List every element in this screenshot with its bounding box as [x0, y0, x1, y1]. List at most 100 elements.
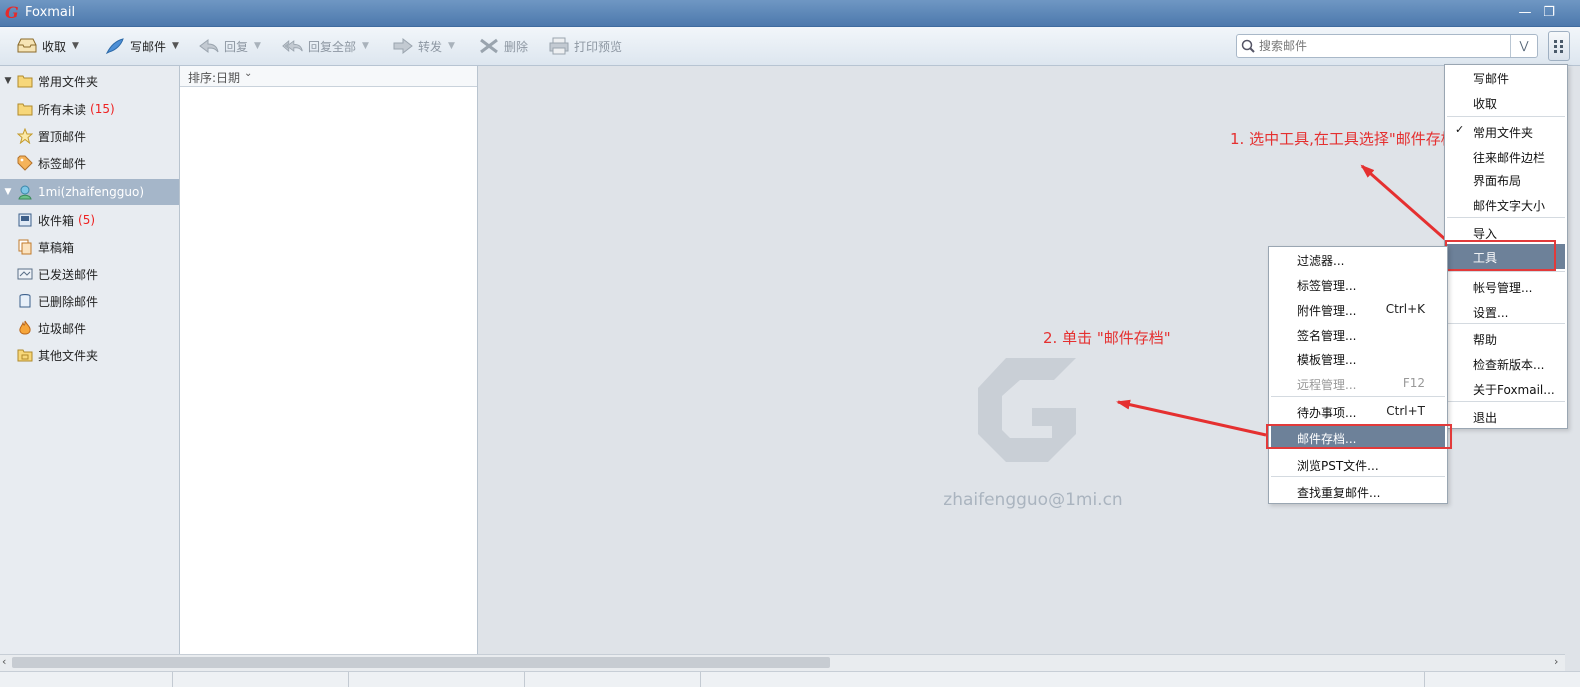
menu-separator — [1447, 271, 1565, 272]
foxmail-logo: G — [5, 3, 19, 22]
menu-item-signature-manager[interactable]: 签名管理... — [1269, 322, 1447, 346]
minimize-icon[interactable]: — — [1516, 5, 1534, 21]
menu-separator — [1447, 217, 1565, 218]
sidebar-item-other-folders[interactable]: 其他文件夹 — [0, 342, 179, 368]
scroll-right-icon[interactable]: › — [1554, 655, 1558, 668]
folder-icon — [16, 101, 34, 117]
feather-pen-icon — [104, 37, 126, 55]
menu-item-favorites[interactable]: ✓ 常用文件夹 — [1445, 119, 1567, 143]
chevron-down-icon[interactable]: ▼ — [448, 41, 455, 51]
sidebar-item-deleted[interactable]: 已删除邮件 — [0, 288, 179, 314]
sort-bar[interactable]: 排序:日期 ⌄ — [180, 66, 477, 87]
menu-item-settings[interactable]: 设置... — [1445, 299, 1567, 323]
trash-can-icon — [16, 293, 34, 309]
sidebar-item-pinned[interactable]: 置顶邮件 — [0, 123, 179, 149]
sidebar-item-label: 草稿箱 — [38, 240, 75, 255]
highlight-box-tools — [1445, 240, 1556, 271]
menu-item-about[interactable]: 关于Foxmail... — [1445, 376, 1567, 400]
menu-item-tag-manager[interactable]: 标签管理... — [1269, 272, 1447, 296]
scroll-left-icon[interactable]: ‹ — [2, 655, 6, 668]
sidebar-item-label: 已删除邮件 — [38, 294, 99, 309]
menu-item-layout[interactable]: 界面布局 — [1445, 167, 1567, 191]
menu-item-compose[interactable]: 写邮件 — [1445, 65, 1567, 89]
menu-item-check-update[interactable]: 检查新版本... — [1445, 351, 1567, 375]
forward-button[interactable]: 转发 ▼ — [392, 36, 455, 56]
horizontal-scrollbar[interactable]: ‹ › — [0, 654, 1565, 671]
forward-arrow-icon — [392, 37, 414, 55]
sidebar-item-drafts[interactable]: 草稿箱 — [0, 234, 179, 260]
forward-label: 转发 — [418, 39, 443, 54]
folder-icon — [16, 73, 34, 89]
chevron-down-icon[interactable]: ⌄ — [244, 68, 252, 79]
reply-button[interactable]: 回复 ▼ — [198, 36, 261, 56]
reply-label: 回复 — [224, 39, 249, 54]
print-preview-button[interactable]: 打印预览 — [548, 36, 622, 56]
favorites-group[interactable]: ▼ 常用文件夹 — [0, 68, 179, 94]
status-bar — [0, 671, 1580, 687]
menu-item-help[interactable]: 帮助 — [1445, 326, 1567, 350]
message-list: 排序:日期 ⌄ — [180, 66, 478, 654]
annotation-step-1: 1. 选中工具,在工具选择"邮件存档" — [1230, 130, 1463, 148]
sidebar-item-sent[interactable]: 已发送邮件 — [0, 261, 179, 287]
reply-all-button[interactable]: 回复全部 ▼ — [282, 36, 369, 56]
unread-count: (15) — [90, 102, 115, 116]
account-email-watermark: zhaifengguo@1mi.cn — [943, 490, 1123, 510]
sidebar-item-label: 其他文件夹 — [38, 348, 99, 363]
scrollbar-thumb[interactable] — [12, 657, 830, 668]
arrow-to-tools — [1360, 164, 1447, 242]
chevron-down-icon[interactable]: ▼ — [254, 41, 261, 51]
menu-item-find-duplicates[interactable]: 查找重复邮件... — [1269, 479, 1447, 503]
receive-label: 收取 — [42, 39, 67, 54]
menu-item-receive[interactable]: 收取 — [1445, 90, 1567, 114]
sidebar-item-label: 已发送邮件 — [38, 267, 99, 282]
reply-all-label: 回复全部 — [308, 39, 357, 54]
menu-item-accounts[interactable]: 帐号管理... — [1445, 274, 1567, 298]
reply-arrow-icon — [198, 37, 220, 55]
compose-button[interactable]: 写邮件 ▼ — [104, 36, 179, 56]
inbox-tray-icon — [16, 37, 38, 55]
account-avatar-icon — [16, 184, 34, 200]
title-bar: G Foxmail — ❐ — [0, 0, 1580, 27]
folders-icon — [16, 347, 34, 363]
menu-item-exit[interactable]: 退出 — [1445, 404, 1567, 428]
chevron-down-icon[interactable]: ▼ — [72, 41, 79, 51]
sidebar-item-label: 所有未读 — [38, 102, 87, 117]
foxmail-watermark-logo — [978, 358, 1076, 462]
chevron-down-icon[interactable]: ▼ — [362, 41, 369, 51]
delete-button[interactable]: 删除 — [478, 36, 528, 56]
sidebar-item-inbox[interactable]: 收件箱 (5) — [0, 207, 179, 233]
search-input[interactable] — [1257, 37, 1511, 55]
unread-count: (5) — [78, 213, 96, 227]
double-chevron-down-icon[interactable]: ⋁ — [1510, 35, 1537, 57]
window-title: Foxmail — [25, 5, 76, 20]
menu-item-contact-sidebar[interactable]: 往来邮件边栏 — [1445, 144, 1567, 168]
highlight-box-archive — [1266, 424, 1452, 449]
sidebar-item-label: 收件箱 — [38, 213, 75, 228]
compose-label: 写邮件 — [130, 39, 167, 54]
account-group[interactable]: ▼ 1mi(zhaifengguo) — [0, 179, 179, 205]
menu-separator — [1447, 323, 1565, 324]
receive-button[interactable]: 收取 ▼ — [16, 36, 79, 56]
chevron-down-icon[interactable]: ▼ — [172, 41, 179, 51]
search-box: ⋁ — [1236, 34, 1538, 58]
menu-item-font-size[interactable]: 邮件文字大小 — [1445, 192, 1567, 216]
expand-triangle-icon[interactable]: ▼ — [0, 76, 16, 86]
expand-triangle-icon[interactable]: ▼ — [0, 187, 16, 197]
menu-separator — [1447, 116, 1565, 117]
sidebar-item-tagged[interactable]: 标签邮件 — [0, 150, 179, 176]
grid-menu-icon — [1554, 40, 1563, 53]
sidebar-item-junk[interactable]: 垃圾邮件 — [0, 315, 179, 341]
menu-item-browse-pst[interactable]: 浏览PST文件... — [1269, 452, 1447, 476]
sidebar-item-label: 置顶邮件 — [38, 129, 87, 144]
tag-icon — [16, 155, 34, 171]
sidebar-item-all-unread[interactable]: 所有未读 (15) — [0, 96, 179, 122]
restore-icon[interactable]: ❐ — [1540, 5, 1558, 21]
menu-item-template-manager[interactable]: 模板管理... — [1269, 346, 1447, 370]
menu-item-todo[interactable]: 待办事项... Ctrl+T — [1269, 399, 1447, 423]
menu-item-attachment-manager[interactable]: 附件管理... Ctrl+K — [1269, 297, 1447, 321]
main-menu-button[interactable] — [1548, 31, 1570, 61]
account-label: 1mi(zhaifengguo) — [38, 185, 145, 199]
delete-label: 删除 — [504, 39, 529, 54]
menu-item-filters[interactable]: 过滤器... — [1269, 247, 1447, 271]
folder-sidebar: ▼ 常用文件夹 所有未读 (15) 置顶邮件 标签邮件 ▼ 1mi(zhaife… — [0, 66, 180, 654]
